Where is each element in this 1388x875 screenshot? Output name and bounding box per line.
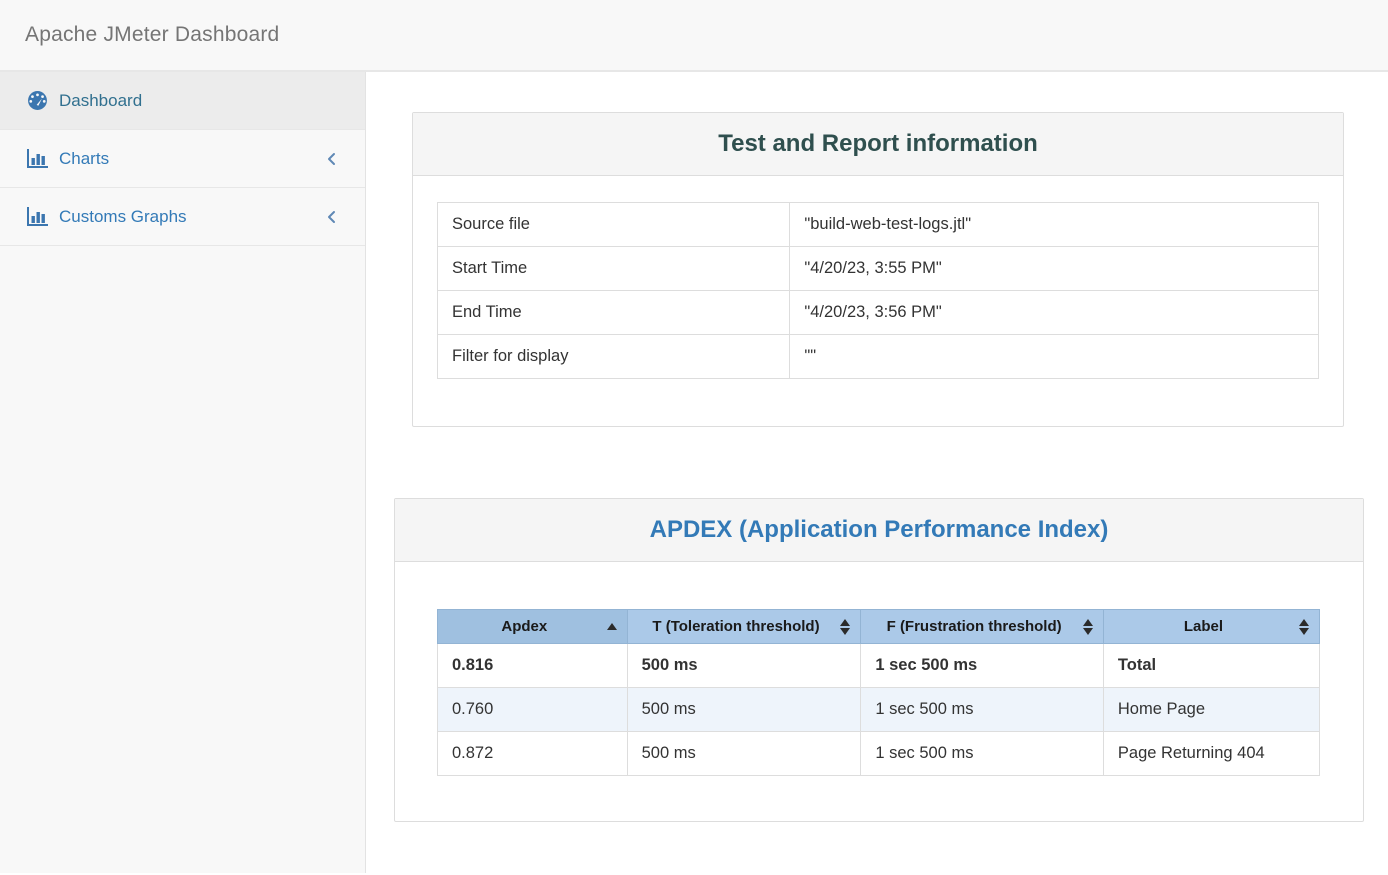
column-header-frustration[interactable]: F (Frustration threshold) [861, 610, 1104, 644]
sort-both-icon [1299, 619, 1309, 635]
apdex-header-row: Apdex T (Toleration threshold) [438, 610, 1320, 644]
toleration-value: 500 ms [627, 688, 861, 732]
table-row: 0.816 500 ms 1 sec 500 ms Total [438, 644, 1320, 688]
sidebar: Dashboard Charts [0, 72, 366, 873]
app-header: Apache JMeter Dashboard [0, 0, 1388, 72]
table-row: End Time "4/20/23, 3:56 PM" [438, 291, 1319, 335]
apdex-panel: APDEX (Application Performance Index) Ap… [394, 498, 1364, 822]
bar-chart-icon [26, 149, 48, 169]
toleration-value: 500 ms [627, 644, 861, 688]
test-report-info-table: Source file "build-web-test-logs.jtl" St… [437, 202, 1319, 379]
column-header-apdex[interactable]: Apdex [438, 610, 628, 644]
frustration-value: 1 sec 500 ms [861, 688, 1104, 732]
column-header-toleration[interactable]: T (Toleration threshold) [627, 610, 861, 644]
apdex-value: 0.760 [438, 688, 628, 732]
label-value: Home Page [1103, 688, 1319, 732]
app-title: Apache JMeter Dashboard [25, 23, 279, 47]
apdex-value: 0.872 [438, 732, 628, 776]
sidebar-item-label: Dashboard [59, 91, 337, 111]
sort-ascending-icon [607, 623, 617, 630]
info-label: Start Time [438, 247, 790, 291]
table-row: Source file "build-web-test-logs.jtl" [438, 203, 1319, 247]
bar-chart-icon [26, 207, 48, 227]
info-value: "" [790, 335, 1319, 379]
test-report-info-title: Test and Report information [413, 113, 1343, 176]
info-label: End Time [438, 291, 790, 335]
table-row: Filter for display "" [438, 335, 1319, 379]
test-report-info-panel: Test and Report information Source file … [412, 112, 1344, 427]
info-value: "4/20/23, 3:56 PM" [790, 291, 1319, 335]
frustration-value: 1 sec 500 ms [861, 644, 1104, 688]
apdex-title: APDEX (Application Performance Index) [395, 499, 1363, 562]
apdex-table: Apdex T (Toleration threshold) [437, 609, 1320, 776]
info-label: Source file [438, 203, 790, 247]
label-value: Total [1103, 644, 1319, 688]
main-content: Test and Report information Source file … [366, 72, 1388, 873]
label-value: Page Returning 404 [1103, 732, 1319, 776]
frustration-value: 1 sec 500 ms [861, 732, 1104, 776]
gauge-icon [26, 91, 48, 111]
info-value: "build-web-test-logs.jtl" [790, 203, 1319, 247]
sidebar-item-charts[interactable]: Charts [0, 130, 365, 188]
apdex-value: 0.816 [438, 644, 628, 688]
table-row: Start Time "4/20/23, 3:55 PM" [438, 247, 1319, 291]
sort-both-icon [840, 619, 850, 635]
chevron-left-icon [325, 151, 337, 167]
sort-both-icon [1083, 619, 1093, 635]
info-value: "4/20/23, 3:55 PM" [790, 247, 1319, 291]
table-row: 0.872 500 ms 1 sec 500 ms Page Returning… [438, 732, 1320, 776]
table-row: 0.760 500 ms 1 sec 500 ms Home Page [438, 688, 1320, 732]
info-label: Filter for display [438, 335, 790, 379]
sidebar-item-label: Charts [59, 149, 325, 169]
chevron-left-icon [325, 209, 337, 225]
sidebar-item-label: Customs Graphs [59, 207, 325, 227]
sidebar-item-dashboard[interactable]: Dashboard [0, 72, 365, 130]
column-header-label[interactable]: Label [1103, 610, 1319, 644]
toleration-value: 500 ms [627, 732, 861, 776]
sidebar-item-customs-graphs[interactable]: Customs Graphs [0, 188, 365, 246]
